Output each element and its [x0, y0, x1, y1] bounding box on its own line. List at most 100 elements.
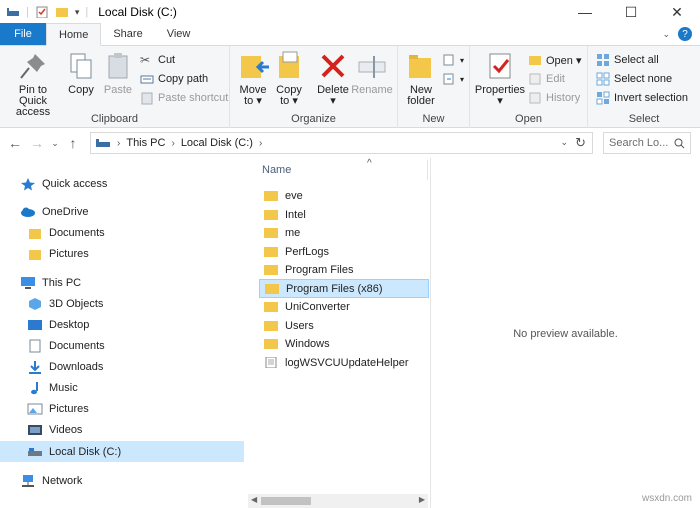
copy-to-button[interactable]: Copy to ▾	[272, 50, 306, 107]
nav-item-music[interactable]: Music	[0, 377, 244, 398]
breadcrumb-separator-icon[interactable]: ›	[171, 138, 174, 149]
nav-item-downloads[interactable]: Downloads	[0, 356, 244, 377]
easy-access-button[interactable]: ▾	[442, 70, 464, 88]
file-row[interactable]: logWSVCUUpdateHelper	[259, 353, 429, 372]
scrollbar-thumb[interactable]	[261, 497, 311, 505]
nav-item-3d-objects[interactable]: 3D Objects	[0, 293, 244, 314]
new-folder-button[interactable]: New folder	[404, 50, 438, 107]
select-all-button[interactable]: Select all	[596, 51, 659, 69]
column-divider[interactable]	[427, 160, 428, 180]
open-button[interactable]: Open ▾	[528, 51, 582, 69]
nav-item-onedrive-documents[interactable]: Documents	[0, 222, 244, 243]
file-name: logWSVCUUpdateHelper	[285, 356, 409, 369]
horizontal-scrollbar[interactable]: ◀ ▶	[248, 494, 428, 508]
back-arrow-icon[interactable]: ←	[4, 135, 26, 151]
column-header-name[interactable]: Name	[262, 164, 291, 176]
delete-button[interactable]: Delete ▾	[314, 50, 352, 107]
copy-label: Copy	[68, 84, 94, 96]
folder-icon	[264, 265, 278, 275]
edit-button[interactable]: Edit	[528, 70, 565, 88]
nav-item-desktop[interactable]: Desktop	[0, 314, 244, 335]
file-row[interactable]: Program Files	[259, 260, 429, 279]
folder-icon	[264, 339, 278, 349]
edit-label: Edit	[546, 73, 565, 85]
move-to-button[interactable]: Move to ▾	[236, 50, 270, 107]
paste-shortcut-button[interactable]: Paste shortcut	[140, 89, 228, 107]
history-button[interactable]: History	[528, 89, 580, 107]
file-row[interactable]: Intel	[259, 205, 429, 224]
file-row[interactable]: Windows	[259, 334, 429, 353]
copy-button[interactable]: Copy	[64, 50, 98, 96]
close-button[interactable]: ✕	[654, 0, 700, 24]
address-bar[interactable]: › This PC › Local Disk (C:) › ⌄ ↻	[90, 132, 593, 154]
file-row[interactable]: eve	[259, 186, 429, 205]
breadcrumb-separator-icon[interactable]: ›	[117, 138, 120, 149]
drive-icon[interactable]	[6, 6, 20, 18]
file-row[interactable]: UniConverter	[259, 297, 429, 316]
watermark: wsxdn.com	[641, 493, 692, 504]
cut-button[interactable]: ✂ Cut	[140, 51, 175, 69]
properties-button[interactable]: Properties ▾	[474, 50, 526, 107]
file-row-selected[interactable]: Program Files (x86)	[259, 279, 429, 298]
file-row[interactable]: me	[259, 223, 429, 242]
tab-home[interactable]: Home	[46, 23, 102, 46]
search-input[interactable]: Search Lo...	[603, 132, 691, 154]
breadcrumb-separator-icon[interactable]: ›	[259, 138, 262, 149]
nav-item-network[interactable]: Network	[0, 470, 244, 491]
new-folder-icon[interactable]	[55, 6, 69, 18]
invert-selection-button[interactable]: Invert selection	[596, 89, 688, 107]
computer-icon	[21, 276, 35, 289]
star-icon	[21, 177, 35, 190]
nav-item-pictures[interactable]: Pictures	[0, 398, 244, 419]
new-item-button[interactable]: ▾	[442, 51, 464, 69]
copy-path-label: Copy path	[158, 73, 209, 85]
nav-item-onedrive[interactable]: OneDrive	[0, 201, 244, 222]
help-icon[interactable]: ?	[678, 27, 692, 41]
navigation-pane: Quick access OneDrive Documents Pictures…	[0, 162, 244, 508]
nav-item-onedrive-pictures[interactable]: Pictures	[0, 243, 244, 264]
properties-icon[interactable]	[35, 6, 49, 18]
file-name: Program Files (x86)	[286, 282, 383, 295]
folder-icon	[264, 191, 278, 201]
refresh-icon[interactable]: ↻	[575, 135, 586, 151]
copy-path-button[interactable]: Copy path	[140, 70, 208, 88]
tab-file[interactable]: File	[0, 23, 46, 45]
customize-toolbar-icon[interactable]: ▾	[75, 7, 80, 18]
pictures-icon	[27, 403, 43, 414]
chevron-down-icon[interactable]: ⌄	[662, 29, 670, 40]
open-group-label: Open	[515, 113, 542, 125]
breadcrumb-local-disk[interactable]: Local Disk (C:)	[181, 137, 253, 149]
nav-item-videos[interactable]: Videos	[0, 419, 244, 440]
select-none-label: Select none	[614, 73, 673, 85]
file-name: me	[285, 226, 301, 239]
move-to-label-line2: to ▾	[244, 95, 262, 107]
copy-to-icon	[279, 51, 299, 78]
forward-arrow-icon[interactable]: →	[26, 135, 48, 151]
file-row[interactable]: Users	[259, 316, 429, 335]
file-row[interactable]: PerfLogs	[259, 242, 429, 261]
rename-button[interactable]: Rename	[351, 50, 393, 96]
file-name: Program Files	[285, 263, 354, 276]
up-arrow-icon[interactable]: ↑	[62, 135, 84, 151]
breadcrumb-this-pc[interactable]: This PC	[126, 137, 165, 149]
nav-item-documents[interactable]: Documents	[0, 335, 244, 356]
ribbon-tabs: File Home Share View ⌄ ?	[0, 23, 700, 46]
nav-item-this-pc[interactable]: This PC	[0, 272, 244, 293]
paste-button[interactable]: Paste	[100, 50, 136, 96]
copy-path-icon	[140, 75, 154, 84]
recent-locations-icon[interactable]: ⌄	[48, 138, 62, 149]
nav-item-local-disk[interactable]: Local Disk (C:)	[0, 441, 244, 462]
select-group-label: Select	[628, 113, 660, 125]
minimize-button[interactable]: —	[562, 0, 608, 24]
select-none-button[interactable]: Select none	[596, 70, 672, 88]
new-folder-label-line2: folder	[407, 95, 435, 107]
nav-item-quick-access[interactable]: Quick access	[0, 173, 244, 194]
scroll-left-icon[interactable]: ◀	[251, 495, 257, 504]
pin-to-quick-access-button[interactable]: Pin to Quick access	[4, 50, 62, 118]
nav-item-label: Desktop	[49, 318, 90, 331]
maximize-button[interactable]: ☐	[608, 0, 654, 24]
scroll-right-icon[interactable]: ▶	[419, 495, 425, 504]
tab-share[interactable]: Share	[101, 23, 154, 45]
tab-view[interactable]: View	[155, 23, 203, 45]
address-dropdown-icon[interactable]: ⌄	[560, 137, 568, 148]
